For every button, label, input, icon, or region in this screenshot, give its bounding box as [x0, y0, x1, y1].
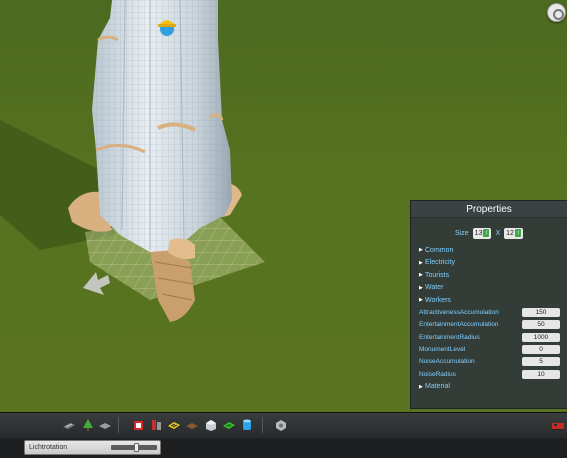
section-workers[interactable]: ▶ Workers: [411, 294, 567, 307]
light-rotation-thumb[interactable]: [133, 443, 139, 452]
zone-icon[interactable]: [150, 418, 164, 432]
noise-radius-input[interactable]: [522, 369, 560, 379]
field-entertainment-radius: EntertainmentRadius: [411, 331, 567, 343]
bulldoze-icon[interactable]: [132, 418, 146, 432]
section-label: Workers: [425, 296, 451, 304]
hardhat-icon[interactable]: [156, 15, 178, 37]
entertainment-radius-input[interactable]: [522, 332, 560, 342]
section-label: Water: [425, 284, 444, 292]
section-material[interactable]: ▶ Material: [411, 380, 567, 393]
field-label: NoiseRadius: [419, 370, 456, 378]
section-label: Material: [425, 383, 450, 391]
toolbar-divider: [118, 417, 119, 433]
monument-level-input[interactable]: [522, 345, 560, 355]
noise-accumulation-input[interactable]: [522, 357, 560, 367]
section-label: Common: [425, 246, 454, 254]
field-entertainment-accumulation: EntertainmentAccumulation: [411, 319, 567, 331]
field-label: EntertainmentAccumulation: [419, 321, 499, 329]
properties-panel: Properties Size 13 ↕ X 12 ↕ ▶ Common ▶ E…: [410, 200, 567, 409]
camera-reset-icon[interactable]: [547, 3, 566, 22]
light-rotation-panel: Lichtrotation: [24, 440, 161, 455]
section-common[interactable]: ▶ Common: [411, 244, 567, 257]
size-label: Size: [455, 229, 469, 237]
section-tourists[interactable]: ▶ Tourists: [411, 269, 567, 282]
size-x-stepper[interactable]: 13 ↕: [472, 227, 492, 239]
field-list: AttractivenessAccumulation Entertainment…: [411, 307, 567, 381]
size-y-arrow-icon[interactable]: ↕: [514, 229, 521, 237]
field-noise-accumulation: NoiseAccumulation: [411, 356, 567, 368]
field-attractiveness-accumulation: AttractivenessAccumulation: [411, 307, 567, 319]
size-y-stepper[interactable]: 12 ↕: [504, 227, 523, 239]
size-separator: X: [495, 229, 501, 237]
surface-icon[interactable]: [98, 418, 112, 432]
field-label: NoiseAccumulation: [419, 358, 475, 366]
water-tank-icon[interactable]: [240, 418, 254, 432]
field-label: AttractivenessAccumulation: [419, 309, 499, 317]
entertainment-accumulation-input[interactable]: [522, 320, 560, 330]
direction-arrow: [83, 272, 110, 295]
properties-title: Properties: [411, 201, 567, 218]
green-tile-icon[interactable]: [222, 418, 236, 432]
brick-icon[interactable]: [185, 418, 199, 432]
section-list: ▶ Common ▶ Electricity ▶ Tourists ▶ Wate…: [411, 244, 567, 307]
attractiveness-accumulation-input[interactable]: [522, 308, 560, 318]
field-label: MonumentLevel: [419, 346, 466, 354]
road-icon[interactable]: [62, 418, 76, 432]
section-label: Electricity: [425, 259, 455, 267]
warning-stripe-icon[interactable]: [167, 418, 181, 432]
size-y-value: 12: [506, 229, 514, 237]
cube-icon[interactable]: [204, 418, 218, 432]
field-label: EntertainmentRadius: [419, 333, 480, 341]
section-water[interactable]: ▶ Water: [411, 282, 567, 295]
size-x-value: 13: [474, 229, 483, 237]
section-label: Tourists: [425, 271, 450, 279]
size-row: Size 13 ↕ X 12 ↕: [411, 222, 567, 244]
train-icon[interactable]: [551, 418, 565, 432]
settings-cube-icon[interactable]: [274, 418, 288, 432]
toolbar-divider: [262, 417, 263, 433]
field-noise-radius: NoiseRadius: [411, 368, 567, 380]
field-monument-level: MonumentLevel: [411, 343, 567, 355]
size-x-arrow-icon[interactable]: ↕: [483, 229, 490, 237]
light-rotation-label: Lichtrotation: [29, 444, 68, 451]
section-electricity[interactable]: ▶ Electricity: [411, 257, 567, 270]
tree-icon[interactable]: [81, 418, 95, 432]
